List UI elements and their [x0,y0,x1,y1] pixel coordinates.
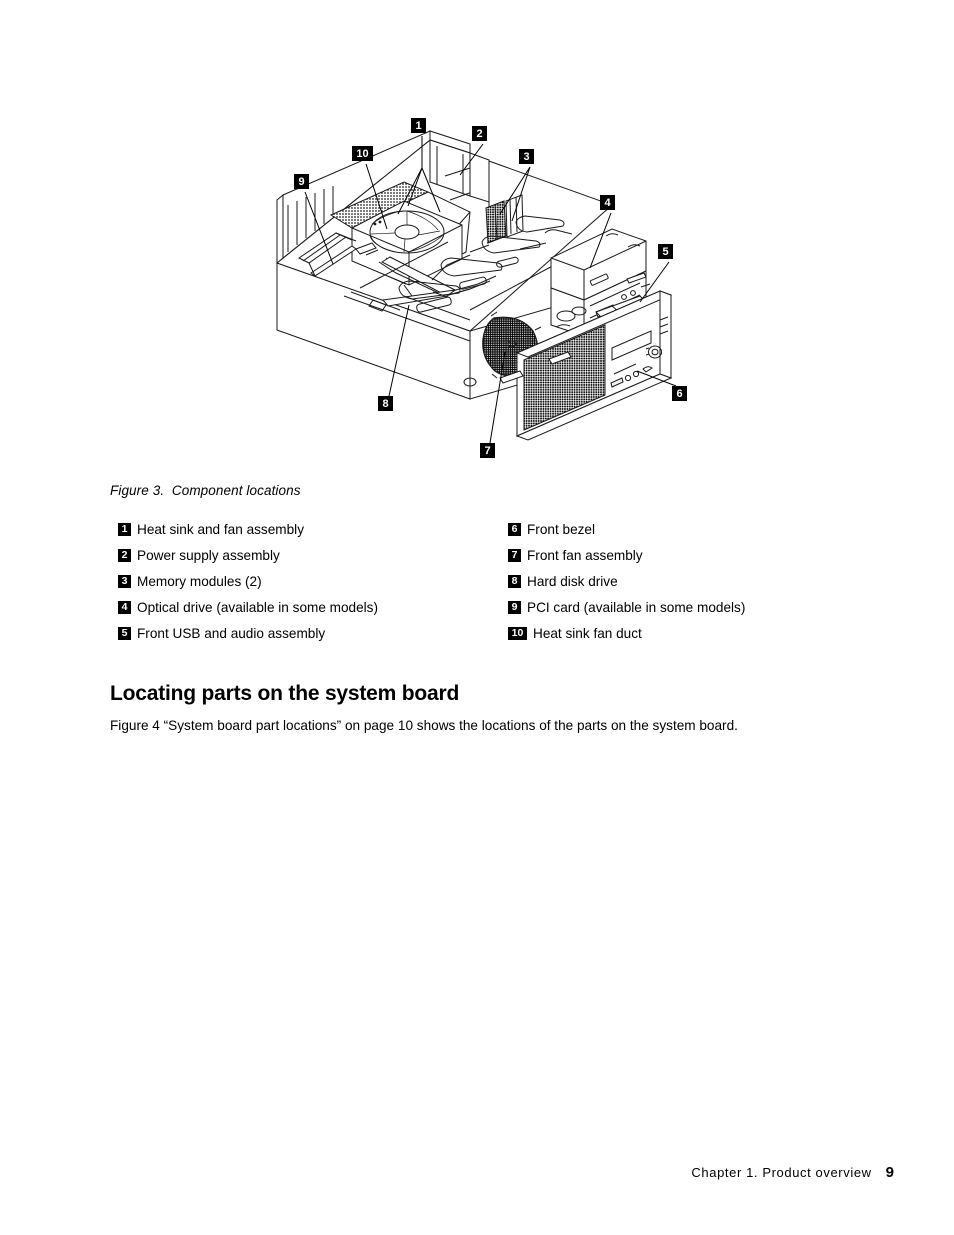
footer-chapter-label: Chapter 1. Product overview [691,1165,872,1180]
callout-6: 6 [672,386,687,401]
legend-marker-3: 3 [118,574,131,588]
legend-item: 7 Front fan assembly [508,542,900,568]
section-body-text: Figure 4 “System board part locations” o… [110,717,738,733]
legend-column-left: 1 Heat sink and fan assembly 2 Power sup… [118,516,508,646]
legend-label-8: Hard disk drive [527,573,618,589]
legend-marker-5: 5 [118,626,131,640]
legend-marker-1: 1 [118,522,131,536]
legend-item: 5 Front USB and audio assembly [118,620,508,646]
legend-label-1: Heat sink and fan assembly [137,521,304,537]
callout-1: 1 [411,118,426,133]
legend-marker-4: 4 [118,600,131,614]
callout-10: 10 [352,146,373,161]
legend-label-3: Memory modules (2) [137,573,262,589]
callout-5: 5 [658,244,673,259]
svg-text:8: 8 [382,398,388,410]
legend-item: 9 PCI card (available in some models) [508,594,900,620]
legend-label-6: Front bezel [527,521,596,537]
svg-text:6: 6 [676,388,682,400]
legend-marker-9: 9 [508,600,521,614]
component-locations-figure: 1 2 3 4 5 6 7 8 9 10 [0,0,954,470]
svg-text:10: 10 [356,148,368,160]
legend-item: 1 Heat sink and fan assembly [118,516,508,542]
callout-4: 4 [600,195,615,210]
legend-label-2: Power supply assembly [137,547,280,563]
callout-3: 3 [519,149,534,164]
svg-text:7: 7 [484,445,490,457]
legend-item: 2 Power supply assembly [118,542,508,568]
legend-item: 4 Optical drive (available in some model… [118,594,508,620]
legend-column-right: 6 Front bezel 7 Front fan assembly 8 Har… [508,516,900,646]
legend-label-9: PCI card (available in some models) [527,599,746,615]
legend-marker-8: 8 [508,574,521,588]
legend-item: 10 Heat sink fan duct [508,620,900,646]
legend-marker-7: 7 [508,548,521,562]
svg-text:2: 2 [476,128,482,140]
svg-text:3: 3 [523,151,529,163]
legend-label-10: Heat sink fan duct [533,625,642,641]
callout-9: 9 [294,174,309,189]
callout-2: 2 [472,126,487,141]
page-footer: Chapter 1. Product overview 9 [0,1164,954,1181]
callout-8: 8 [378,396,393,411]
section-heading: Locating parts on the system board [110,682,460,706]
legend-marker-10: 10 [508,626,527,640]
svg-text:5: 5 [662,246,668,258]
svg-text:4: 4 [604,197,611,209]
svg-text:9: 9 [298,176,304,188]
figure-caption: Figure 3. Component locations [110,483,301,498]
svg-text:1: 1 [415,120,421,132]
document-page: 1 2 3 4 5 6 7 8 9 10 Figure 3. Component… [0,0,954,1235]
legend-marker-6: 6 [508,522,521,536]
legend-label-5: Front USB and audio assembly [137,625,326,641]
legend-label-7: Front fan assembly [527,547,643,563]
legend-item: 8 Hard disk drive [508,568,900,594]
footer-page-number: 9 [885,1164,894,1181]
callout-7: 7 [480,443,495,458]
legend-marker-2: 2 [118,548,131,562]
legend-item: 6 Front bezel [508,516,900,542]
legend-item: 3 Memory modules (2) [118,568,508,594]
legend-label-4: Optical drive (available in some models) [137,599,379,615]
